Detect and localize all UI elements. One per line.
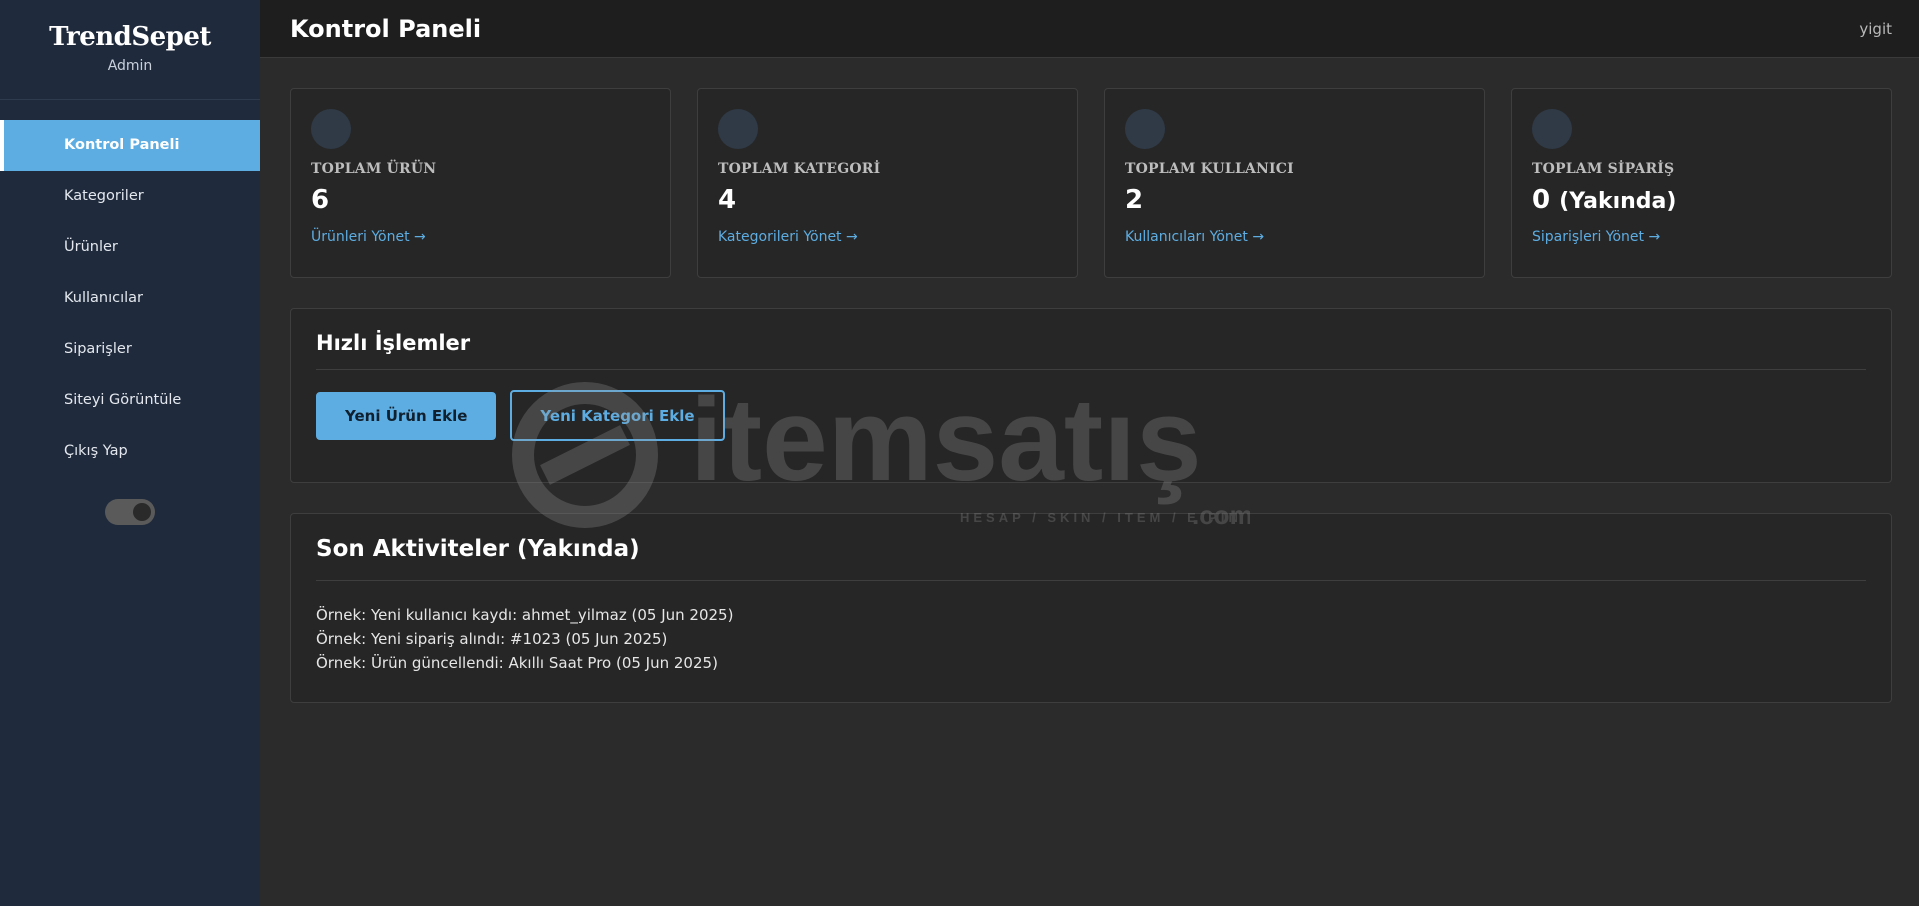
sidebar-item-products[interactable]: Ürünler	[0, 222, 260, 273]
add-category-button[interactable]: Yeni Kategori Ekle	[510, 390, 725, 441]
stat-card-products: TOPLAM ÜRÜN 6 Ürünleri Yönet →	[290, 88, 671, 278]
brand-logo-text[interactable]: TrendSepet	[0, 22, 260, 52]
stat-card-users: TOPLAM KULLANICI 2 Kullanıcıları Yönet →	[1104, 88, 1485, 278]
user-name[interactable]: yigit	[1859, 20, 1892, 38]
manage-orders-link[interactable]: Siparişleri Yönet →	[1532, 229, 1871, 245]
stat-card-categories: TOPLAM KATEGORİ 4 Kategorileri Yönet →	[697, 88, 1078, 278]
stats-row: TOPLAM ÜRÜN 6 Ürünleri Yönet → TOPLAM KA…	[290, 88, 1892, 278]
stat-value: 2	[1125, 185, 1464, 215]
main-area: Kontrol Paneli yigit TOPLAM ÜRÜN 6 Ürünl…	[260, 0, 1919, 906]
sidebar-item-view-site[interactable]: Siteyi Görüntüle	[0, 375, 260, 426]
sidebar-item-logout[interactable]: Çıkış Yap	[0, 426, 260, 477]
sidebar-item-categories[interactable]: Kategoriler	[0, 171, 260, 222]
product-icon	[311, 109, 351, 149]
users-icon	[1125, 109, 1165, 149]
manage-categories-link[interactable]: Kategorileri Yönet →	[718, 229, 1057, 245]
app-root: TrendSepet Admin Kontrol Paneli Kategori…	[0, 0, 1919, 906]
theme-toggle[interactable]	[105, 499, 155, 525]
quick-actions-buttons: Yeni Ürün Ekle Yeni Kategori Ekle	[316, 390, 1866, 441]
sidebar: TrendSepet Admin Kontrol Paneli Kategori…	[0, 0, 260, 906]
list-item: Örnek: Yeni kullanıcı kaydı: ahmet_yilma…	[316, 606, 734, 624]
stat-value: 6	[311, 185, 650, 215]
add-product-button[interactable]: Yeni Ürün Ekle	[316, 392, 497, 440]
sidebar-nav: Kontrol Paneli Kategoriler Ürünler Kulla…	[0, 120, 260, 477]
quick-actions-title: Hızlı İşlemler	[316, 331, 1866, 370]
list-item: Örnek: Ürün güncellendi: Akıllı Saat Pro…	[316, 654, 718, 672]
recent-activity-title: Son Aktiviteler (Yakında)	[316, 536, 1866, 581]
stat-suffix: (Yakında)	[1559, 189, 1677, 214]
theme-toggle-knob	[133, 503, 151, 521]
page-title: Kontrol Paneli	[290, 14, 482, 43]
dashboard-content: TOPLAM ÜRÜN 6 Ürünleri Yönet → TOPLAM KA…	[260, 58, 1919, 703]
list-item: Örnek: Yeni sipariş alındı: #1023 (05 Ju…	[316, 630, 668, 648]
stat-label: TOPLAM KATEGORİ	[718, 161, 881, 177]
stat-number: 6	[311, 185, 330, 215]
brand-block: TrendSepet Admin	[0, 0, 260, 100]
topbar: Kontrol Paneli yigit	[260, 0, 1919, 58]
sidebar-item-orders[interactable]: Siparişler	[0, 324, 260, 375]
stat-label: TOPLAM KULLANICI	[1125, 161, 1294, 177]
stat-number: 2	[1125, 185, 1144, 215]
stat-card-orders: TOPLAM SİPARİŞ 0 (Yakında) Siparişleri Y…	[1511, 88, 1892, 278]
quick-actions-panel: Hızlı İşlemler Yeni Ürün Ekle Yeni Kateg…	[290, 308, 1892, 483]
stat-value: 4	[718, 185, 1057, 215]
stat-label: TOPLAM SİPARİŞ	[1532, 161, 1675, 177]
category-icon	[718, 109, 758, 149]
brand-role: Admin	[107, 58, 153, 74]
activity-list: Örnek: Yeni kullanıcı kaydı: ahmet_yilma…	[316, 603, 1866, 675]
recent-activity-panel: Son Aktiviteler (Yakında) Örnek: Yeni ku…	[290, 513, 1892, 703]
manage-products-link[interactable]: Ürünleri Yönet →	[311, 229, 650, 245]
stat-value: 0 (Yakında)	[1532, 185, 1871, 215]
sidebar-item-users[interactable]: Kullanıcılar	[0, 273, 260, 324]
stat-number: 4	[718, 185, 737, 215]
sidebar-item-dashboard[interactable]: Kontrol Paneli	[0, 120, 260, 171]
stat-label: TOPLAM ÜRÜN	[311, 161, 437, 177]
orders-icon	[1532, 109, 1572, 149]
stat-number: 0	[1532, 185, 1551, 215]
manage-users-link[interactable]: Kullanıcıları Yönet →	[1125, 229, 1464, 245]
